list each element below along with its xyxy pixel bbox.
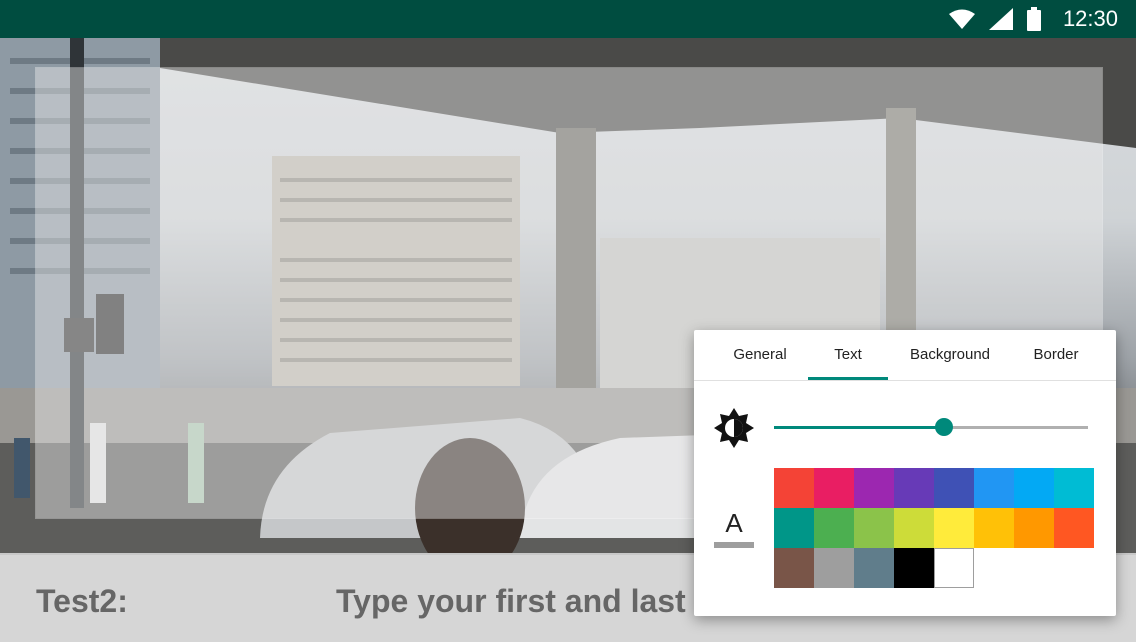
signal-icon	[988, 8, 1013, 30]
status-bar: 12:30	[0, 0, 1136, 38]
color-swatch[interactable]	[854, 548, 894, 588]
color-swatch[interactable]	[774, 508, 814, 548]
tab-general[interactable]: General	[720, 330, 800, 380]
color-swatch[interactable]	[934, 508, 974, 548]
color-swatch[interactable]	[1014, 508, 1054, 548]
tab-text[interactable]: Text	[808, 330, 888, 380]
color-swatch[interactable]	[934, 548, 974, 588]
color-swatch[interactable]	[774, 468, 814, 508]
text-style-panel: General Text Background Border A	[694, 330, 1116, 616]
slider-thumb[interactable]	[934, 418, 953, 436]
color-swatch[interactable]	[1014, 468, 1054, 508]
tab-background[interactable]: Background	[900, 330, 1000, 380]
color-swatch[interactable]	[814, 468, 854, 508]
battery-icon	[1026, 7, 1041, 31]
color-swatch[interactable]	[894, 468, 934, 508]
color-swatch[interactable]	[1054, 508, 1094, 548]
name-input[interactable]: Type your first and last	[336, 583, 686, 620]
text-color-underline	[714, 542, 754, 548]
panel-tabs: General Text Background Border	[694, 330, 1116, 381]
text-color-glyph: A	[725, 508, 743, 538]
color-swatch[interactable]	[974, 508, 1014, 548]
slider-fill	[774, 426, 944, 429]
color-swatch[interactable]	[814, 508, 854, 548]
color-swatch[interactable]	[894, 548, 934, 588]
status-icons: 12:30	[948, 0, 1118, 38]
color-swatch[interactable]	[894, 508, 934, 548]
tab-border[interactable]: Border	[1016, 330, 1096, 380]
color-swatch[interactable]	[854, 508, 894, 548]
brightness-slider[interactable]	[774, 418, 1088, 436]
wifi-icon	[948, 9, 975, 29]
color-swatch[interactable]	[1054, 468, 1094, 508]
color-swatch[interactable]	[774, 548, 814, 588]
brightness-icon	[714, 408, 754, 448]
color-swatch[interactable]	[974, 468, 1014, 508]
field-label: Test2:	[36, 583, 128, 619]
color-swatch[interactable]	[814, 548, 854, 588]
status-time: 12:30	[1062, 6, 1118, 31]
color-swatch[interactable]	[854, 468, 894, 508]
text-color-icon: A	[714, 508, 754, 550]
color-swatch[interactable]	[934, 468, 974, 508]
